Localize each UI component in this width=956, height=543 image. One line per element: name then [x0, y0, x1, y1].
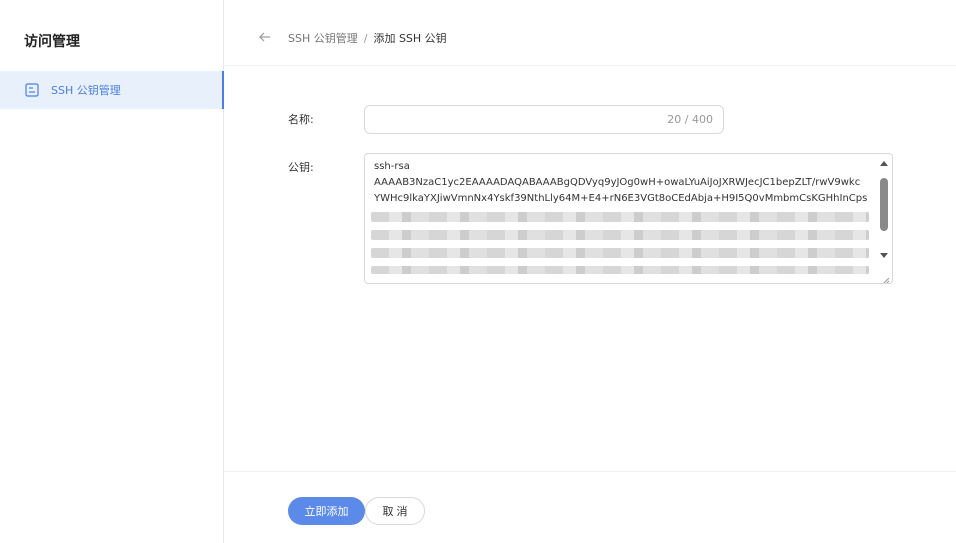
breadcrumb: SSH 公钥管理 / 添加 SSH 公钥: [288, 30, 447, 46]
form-footer: 立即添加 取 消: [224, 471, 956, 543]
key-line: AAAAB3NzaC1yc2EAAAADAQABAAABgQDVyq9yJOg0…: [374, 177, 861, 189]
cancel-button[interactable]: 取 消: [365, 497, 425, 525]
sidebar: 访问管理 SSH 公钥管理: [0, 0, 224, 543]
arrow-left-icon[interactable]: [258, 29, 272, 43]
redacted-key-line: [371, 248, 869, 258]
public-key-text: ssh-rsa AAAAB3NzaC1yc2EAAAADAQABAAABgQDV…: [374, 159, 874, 208]
breadcrumb-current: 添加 SSH 公钥: [373, 32, 447, 45]
sidebar-title: 访问管理: [24, 34, 80, 50]
breadcrumb-separator: /: [363, 31, 368, 45]
key-line: YWHc9lkaYXJiwVmnNx4Yskf39NthLly64M+E4+rN…: [374, 193, 868, 205]
name-field[interactable]: 20 / 400: [364, 105, 724, 134]
sidebar-item-ssh-keys[interactable]: SSH 公钥管理: [0, 71, 224, 109]
document-list-icon: [24, 82, 40, 98]
page-header: SSH 公钥管理 / 添加 SSH 公钥: [224, 0, 956, 66]
sidebar-item-label: SSH 公钥管理: [51, 84, 121, 97]
breadcrumb-parent-link[interactable]: SSH 公钥管理: [288, 30, 358, 46]
redacted-key-line: [371, 230, 869, 240]
redacted-key-line: [371, 266, 869, 274]
key-line: ssh-rsa: [374, 161, 410, 172]
key-label: 公钥:: [288, 161, 314, 174]
scroll-up-arrow-icon[interactable]: [880, 161, 888, 166]
resize-handle-icon[interactable]: [880, 271, 890, 283]
name-input[interactable]: [375, 106, 665, 133]
name-char-counter: 20 / 400: [667, 113, 713, 126]
scroll-thumb[interactable]: [880, 178, 888, 231]
redacted-key-line: [371, 212, 869, 222]
scroll-down-arrow-icon[interactable]: [880, 253, 888, 258]
textarea-scrollbar[interactable]: [877, 156, 891, 282]
submit-add-button[interactable]: 立即添加: [288, 497, 365, 525]
name-label: 名称:: [288, 113, 314, 126]
public-key-textarea[interactable]: ssh-rsa AAAAB3NzaC1yc2EAAAADAQABAAABgQDV…: [364, 153, 893, 284]
app-window: 访问管理 SSH 公钥管理 SSH 公钥管理 / 添加 SSH 公钥 名称: 2…: [0, 0, 956, 543]
